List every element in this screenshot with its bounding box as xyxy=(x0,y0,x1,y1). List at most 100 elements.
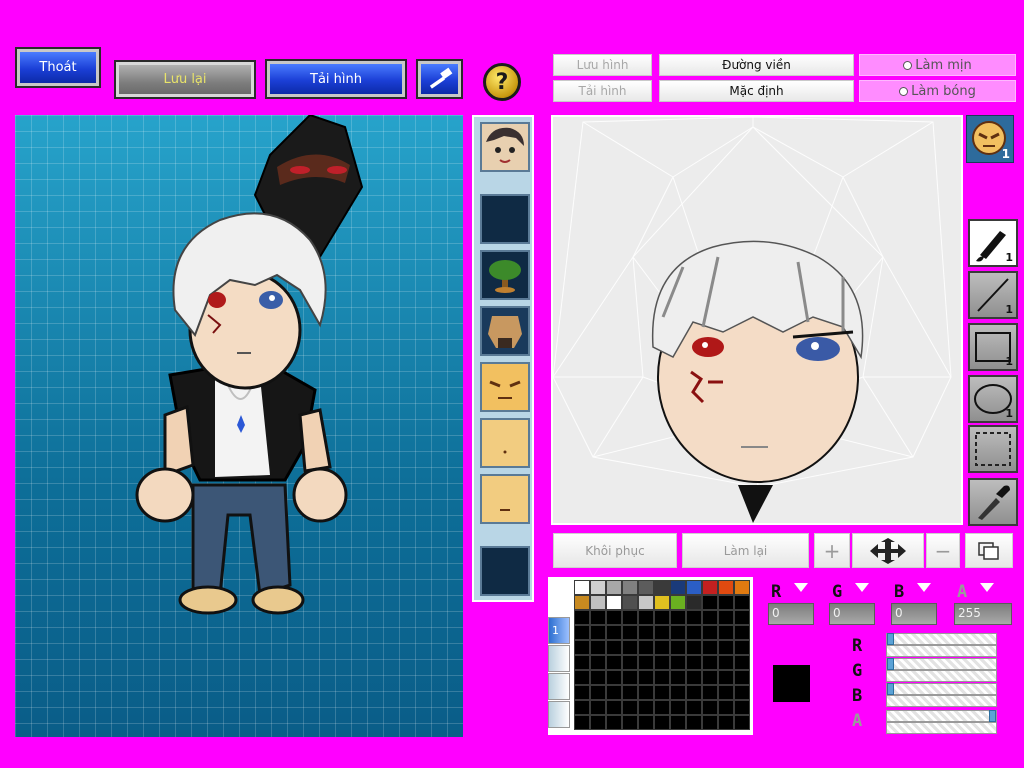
palette-swatch[interactable] xyxy=(686,610,702,625)
palette-swatch[interactable] xyxy=(702,610,718,625)
a-dropdown-icon[interactable] xyxy=(980,583,994,592)
palette-swatch[interactable] xyxy=(734,610,750,625)
palette-swatch[interactable] xyxy=(702,655,718,670)
part-slot-empty-2[interactable] xyxy=(480,546,530,596)
palette-swatch[interactable] xyxy=(638,685,654,700)
palette-swatch[interactable] xyxy=(574,610,590,625)
g-slider[interactable] xyxy=(886,658,997,670)
palette-swatch[interactable] xyxy=(734,580,750,595)
r-slider-track-2[interactable] xyxy=(886,645,997,657)
b-value-field[interactable]: 0 xyxy=(891,603,937,625)
palette-swatch[interactable] xyxy=(670,685,686,700)
r-dropdown-icon[interactable] xyxy=(794,583,808,592)
palette-swatch[interactable] xyxy=(654,715,670,730)
outline-button[interactable]: Đường viền xyxy=(659,54,854,76)
palette-swatch[interactable] xyxy=(670,670,686,685)
palette-swatch[interactable] xyxy=(686,580,702,595)
b-slider-track-2[interactable] xyxy=(886,695,997,707)
palette-swatch[interactable] xyxy=(718,685,734,700)
palette-swatch[interactable] xyxy=(686,670,702,685)
palette-swatch[interactable] xyxy=(622,715,638,730)
layer-button[interactable] xyxy=(965,533,1013,568)
redo-button[interactable]: Làm lại xyxy=(682,533,809,568)
palette-swatch[interactable] xyxy=(574,700,590,715)
character-stage[interactable] xyxy=(15,113,463,737)
palette-swatch[interactable] xyxy=(590,670,606,685)
palette-swatch[interactable] xyxy=(734,625,750,640)
part-slot-face-1[interactable] xyxy=(480,362,530,412)
palette-swatch[interactable] xyxy=(654,625,670,640)
palette-swatch[interactable] xyxy=(718,700,734,715)
shade-option[interactable]: Làm bóng xyxy=(859,80,1016,102)
palette-swatch[interactable] xyxy=(574,685,590,700)
palette-tab-2[interactable] xyxy=(548,645,570,672)
a-value-field[interactable]: 255 xyxy=(954,603,1012,625)
ellipse-tool[interactable]: 1 xyxy=(968,375,1018,423)
palette-swatch[interactable] xyxy=(734,715,750,730)
palette-swatch[interactable] xyxy=(590,625,606,640)
palette-swatch[interactable] xyxy=(574,595,590,610)
palette-swatch[interactable] xyxy=(574,715,590,730)
hammer-button[interactable] xyxy=(416,59,463,99)
r-slider-knob[interactable] xyxy=(887,633,894,645)
palette-swatch[interactable] xyxy=(606,640,622,655)
g-dropdown-icon[interactable] xyxy=(855,583,869,592)
palette-swatch[interactable] xyxy=(686,700,702,715)
part-slot-body[interactable] xyxy=(480,306,530,356)
palette-swatch[interactable] xyxy=(670,610,686,625)
g-slider-track-2[interactable] xyxy=(886,670,997,682)
smooth-option[interactable]: Làm mịn xyxy=(859,54,1016,76)
palette-swatch[interactable] xyxy=(654,610,670,625)
a-slider[interactable] xyxy=(886,710,997,722)
palette-swatch[interactable] xyxy=(654,655,670,670)
face-edit-canvas[interactable] xyxy=(551,115,963,525)
palette-swatch[interactable] xyxy=(718,655,734,670)
part-slot-face-3[interactable] xyxy=(480,474,530,524)
palette-swatch[interactable] xyxy=(670,595,686,610)
palette-swatch[interactable] xyxy=(702,625,718,640)
eyedropper-tool[interactable] xyxy=(968,478,1018,526)
brush-tool[interactable]: 1 xyxy=(968,219,1018,267)
palette-swatch[interactable] xyxy=(622,685,638,700)
palette-swatch[interactable] xyxy=(718,625,734,640)
palette-swatch[interactable] xyxy=(606,655,622,670)
palette-swatch[interactable] xyxy=(638,595,654,610)
palette-swatch[interactable] xyxy=(686,685,702,700)
palette-swatch[interactable] xyxy=(606,685,622,700)
palette-swatch[interactable] xyxy=(702,715,718,730)
select-tool[interactable] xyxy=(968,425,1018,473)
palette-swatch[interactable] xyxy=(734,685,750,700)
palette-swatch[interactable] xyxy=(638,640,654,655)
palette-swatch[interactable] xyxy=(686,715,702,730)
palette-swatch[interactable] xyxy=(622,700,638,715)
palette-swatch[interactable] xyxy=(590,640,606,655)
palette-swatch[interactable] xyxy=(718,610,734,625)
b-slider[interactable] xyxy=(886,683,997,695)
palette-swatch[interactable] xyxy=(590,655,606,670)
help-button[interactable]: ? xyxy=(483,63,521,101)
palette-swatch[interactable] xyxy=(718,595,734,610)
palette-swatch[interactable] xyxy=(654,580,670,595)
part-slot-head[interactable] xyxy=(480,122,530,172)
palette-swatch[interactable] xyxy=(638,655,654,670)
palette-swatch[interactable] xyxy=(622,670,638,685)
palette-swatch[interactable] xyxy=(654,640,670,655)
palette-swatch[interactable] xyxy=(734,670,750,685)
palette-swatch[interactable] xyxy=(702,580,718,595)
palette-swatch[interactable] xyxy=(574,580,590,595)
palette-swatch[interactable] xyxy=(622,580,638,595)
palette-swatch[interactable] xyxy=(606,700,622,715)
palette-swatch[interactable] xyxy=(638,670,654,685)
palette-swatch[interactable] xyxy=(654,685,670,700)
palette-swatch[interactable] xyxy=(574,625,590,640)
palette-swatch[interactable] xyxy=(670,700,686,715)
palette-swatch[interactable] xyxy=(638,715,654,730)
palette-swatch[interactable] xyxy=(606,715,622,730)
palette-swatch[interactable] xyxy=(734,700,750,715)
palette-swatch[interactable] xyxy=(622,595,638,610)
palette-tab-3[interactable] xyxy=(548,673,570,700)
palette-swatch[interactable] xyxy=(622,610,638,625)
b-slider-knob[interactable] xyxy=(887,683,894,695)
g-value-field[interactable]: 0 xyxy=(829,603,875,625)
palette-swatch[interactable] xyxy=(606,610,622,625)
